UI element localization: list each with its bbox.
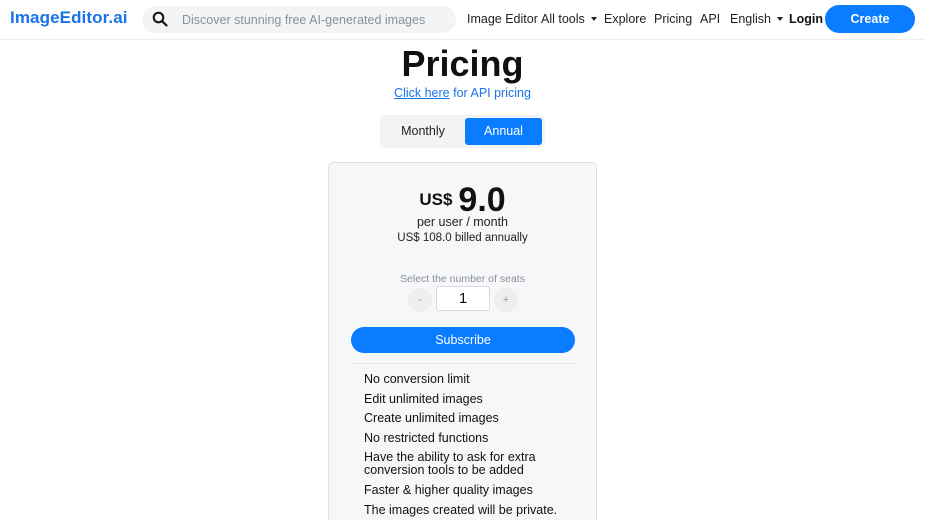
page-title: Pricing: [401, 43, 524, 84]
tab-annual[interactable]: Annual: [465, 118, 542, 145]
nav-image-editor[interactable]: Image Editor: [467, 12, 538, 26]
feature-list: No conversion limit Edit unlimited image…: [364, 373, 564, 520]
search-bar[interactable]: [142, 6, 456, 33]
search-icon[interactable]: [152, 11, 168, 27]
nav-all-tools[interactable]: All tools: [541, 12, 597, 26]
language-label: English: [730, 12, 771, 26]
subscribe-button[interactable]: Subscribe: [351, 327, 575, 353]
billed-annually-text: US$ 108.0 billed annually: [397, 232, 528, 244]
tab-monthly[interactable]: Monthly: [382, 118, 464, 145]
top-navbar: ImageEditor.ai Image Editor All tools Ex…: [0, 0, 925, 54]
login-link[interactable]: Login: [789, 12, 823, 26]
search-input[interactable]: [182, 6, 447, 33]
seats-input[interactable]: [436, 286, 490, 311]
seats-label: Select the number of seats: [400, 273, 525, 285]
api-pricing-line: Click here for API pricing: [0, 86, 925, 100]
seats-increment-button[interactable]: +: [494, 288, 518, 312]
feature-item: No restricted functions: [364, 430, 489, 445]
billing-period-toggle: Monthly Annual: [380, 115, 545, 148]
feature-item: The images created will be private.: [364, 502, 558, 517]
api-pricing-link[interactable]: Click here: [394, 86, 450, 100]
site-logo[interactable]: ImageEditor.ai: [10, 8, 128, 28]
price-period: per user / month: [416, 215, 508, 229]
feature-item: Have the ability to ask for extra conver…: [364, 450, 536, 478]
pricing-card: US$ 9.0 per user / month US$ 108.0 billed…: [328, 162, 597, 520]
price-amount: 9.0: [458, 181, 506, 219]
nav-api[interactable]: API: [700, 12, 720, 26]
create-account-button[interactable]: Create account: [825, 5, 915, 54]
nav-explore[interactable]: Explore: [604, 12, 646, 26]
feature-item: Edit unlimited images: [364, 391, 483, 406]
divider: [351, 363, 575, 364]
seats-decrement-button[interactable]: -: [408, 288, 432, 312]
nav-all-tools-label: All tools: [541, 12, 585, 26]
feature-item: Create unlimited images: [364, 411, 499, 426]
feature-item: Faster & higher quality images: [364, 482, 533, 497]
feature-item: No conversion limit: [364, 372, 470, 386]
chevron-down-icon: [590, 17, 597, 21]
price-currency: US$: [419, 190, 453, 209]
api-pricing-suffix: for API pricing: [453, 86, 531, 100]
chevron-down-icon: [777, 17, 783, 21]
nav-pricing[interactable]: Pricing: [654, 12, 692, 26]
language-selector[interactable]: English: [730, 12, 783, 26]
